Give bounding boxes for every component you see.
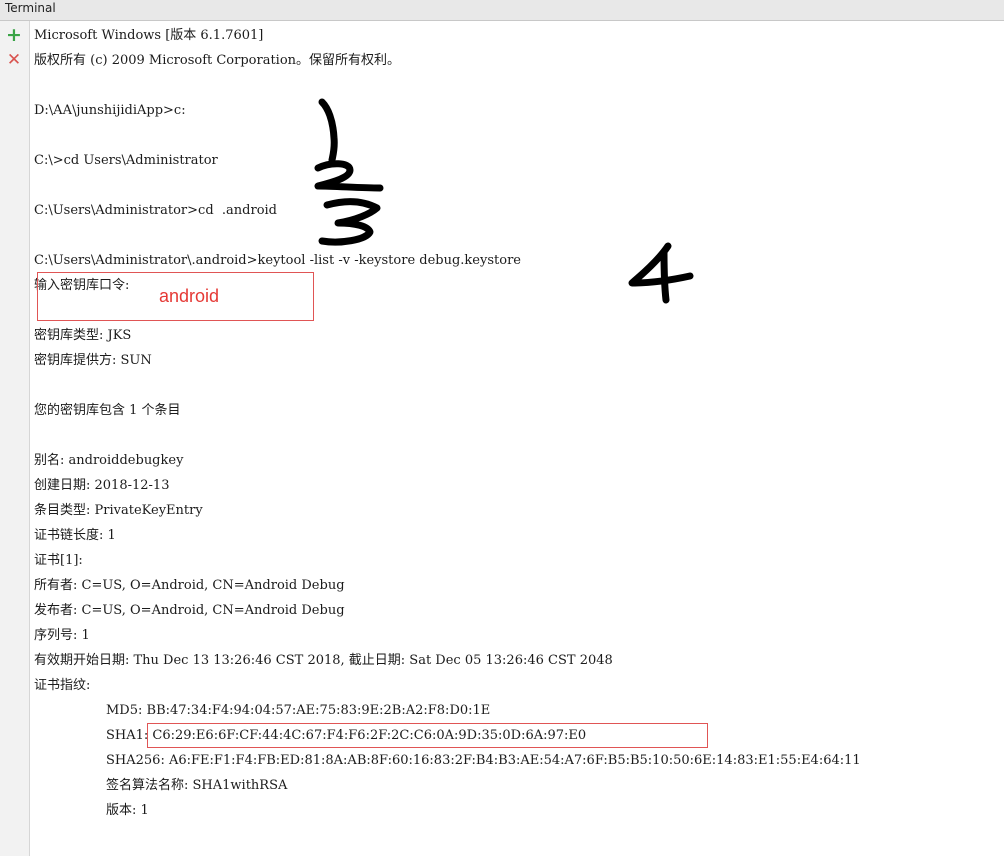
console-line: 密钥库提供方: SUN (34, 353, 152, 368)
console-line: 别名: androiddebugkey (34, 453, 184, 468)
console-line: 发布者: C=US, O=Android, CN=Android Debug (34, 603, 345, 618)
console-line: C:\>cd Users\Administrator (34, 153, 218, 168)
console-line: 条目类型: PrivateKeyEntry (34, 503, 203, 518)
console-line: 创建日期: 2018-12-13 (34, 478, 170, 493)
console-line: 序列号: 1 (34, 628, 90, 643)
console-line: D:\AA\junshijidiApp>c: (34, 103, 186, 118)
console-line: 证书[1]: (34, 553, 83, 568)
console-line: C:\Users\Administrator>cd .android (34, 203, 278, 218)
terminal-titlebar: Terminal (0, 0, 1004, 21)
close-session-icon[interactable]: ✕ (4, 50, 24, 70)
password-annotation: android (159, 286, 220, 306)
terminal-output[interactable]: Microsoft Windows [版本 6.1.7601] 版权所有 (c)… (34, 26, 1004, 856)
console-line: 密钥库类型: JKS (34, 328, 132, 343)
console-line: C:\Users\Administrator\.android>keytool … (34, 253, 521, 268)
console-line-sha1: SHA1: C6:29:E6:6F:CF:44:4C:67:F4:F6:2F:2… (106, 728, 587, 743)
console-line: 您的密钥库包含 1 个条目 (34, 403, 181, 418)
console-line: 签名算法名称: SHA1withRSA (106, 778, 288, 793)
console-line: 有效期开始日期: Thu Dec 13 13:26:46 CST 2018, 截… (34, 653, 613, 668)
console-line-md5: MD5: BB:47:34:F4:94:04:57:AE:75:83:9E:2B… (106, 703, 491, 718)
console-line: 证书指纹: (34, 678, 91, 693)
console-line: 输入密钥库口令: (34, 278, 130, 293)
console-line: 证书链长度: 1 (34, 528, 116, 543)
console-line: 所有者: C=US, O=Android, CN=Android Debug (34, 578, 345, 593)
console-line-sha256: SHA256: A6:FE:F1:F4:FB:ED:81:8A:AB:8F:60… (106, 753, 861, 768)
console-line: Microsoft Windows [版本 6.1.7601] (34, 28, 264, 43)
terminal-toolbar: + ✕ (0, 21, 30, 856)
console-line: 版权所有 (c) 2009 Microsoft Corporation。保留所有… (34, 53, 401, 68)
console-line: 版本: 1 (106, 803, 149, 818)
new-session-plus-icon[interactable]: + (4, 25, 24, 45)
window-title: Terminal (5, 1, 56, 15)
